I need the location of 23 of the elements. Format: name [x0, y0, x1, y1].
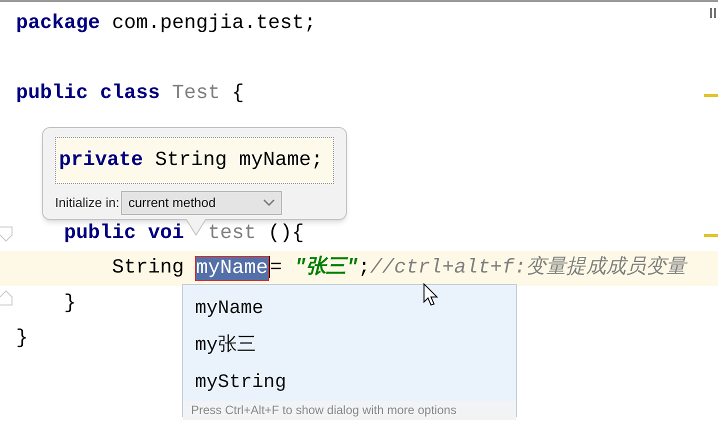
code-line: package com.pengjia.test;	[16, 12, 316, 36]
code-line: public voi	[63, 222, 184, 246]
chevron-down-icon	[263, 199, 276, 207]
text-caret	[268, 256, 270, 278]
code-line: }	[63, 292, 76, 316]
code-preview: private String myName;	[55, 137, 334, 184]
selected-identifier[interactable]: myName	[196, 256, 268, 280]
suggestion-hint: Press Ctrl+Alt+F to show dialog with more options	[183, 401, 516, 420]
pause-icon[interactable]	[710, 8, 716, 18]
suggestion-item[interactable]: myName	[183, 290, 516, 327]
code-line: public class Test {	[16, 82, 244, 106]
code-line: test (){	[208, 222, 304, 246]
suggestion-item[interactable]: myString	[183, 364, 516, 401]
initialize-dropdown[interactable]: current method	[121, 191, 282, 215]
fold-marker-icon[interactable]	[0, 290, 14, 306]
fold-marker-icon[interactable]	[0, 226, 14, 242]
warning-stripe-mark[interactable]	[704, 234, 718, 237]
code-line: }	[16, 326, 28, 350]
initialize-label: Initialize in:	[55, 194, 120, 212]
mouse-cursor-icon	[423, 283, 439, 307]
code-line: String myName= "张三";//ctrl+alt+f:变量提成成员变量	[111, 256, 686, 281]
suggestion-item[interactable]: my张三	[183, 327, 516, 364]
warning-stripe-mark[interactable]	[704, 94, 718, 97]
